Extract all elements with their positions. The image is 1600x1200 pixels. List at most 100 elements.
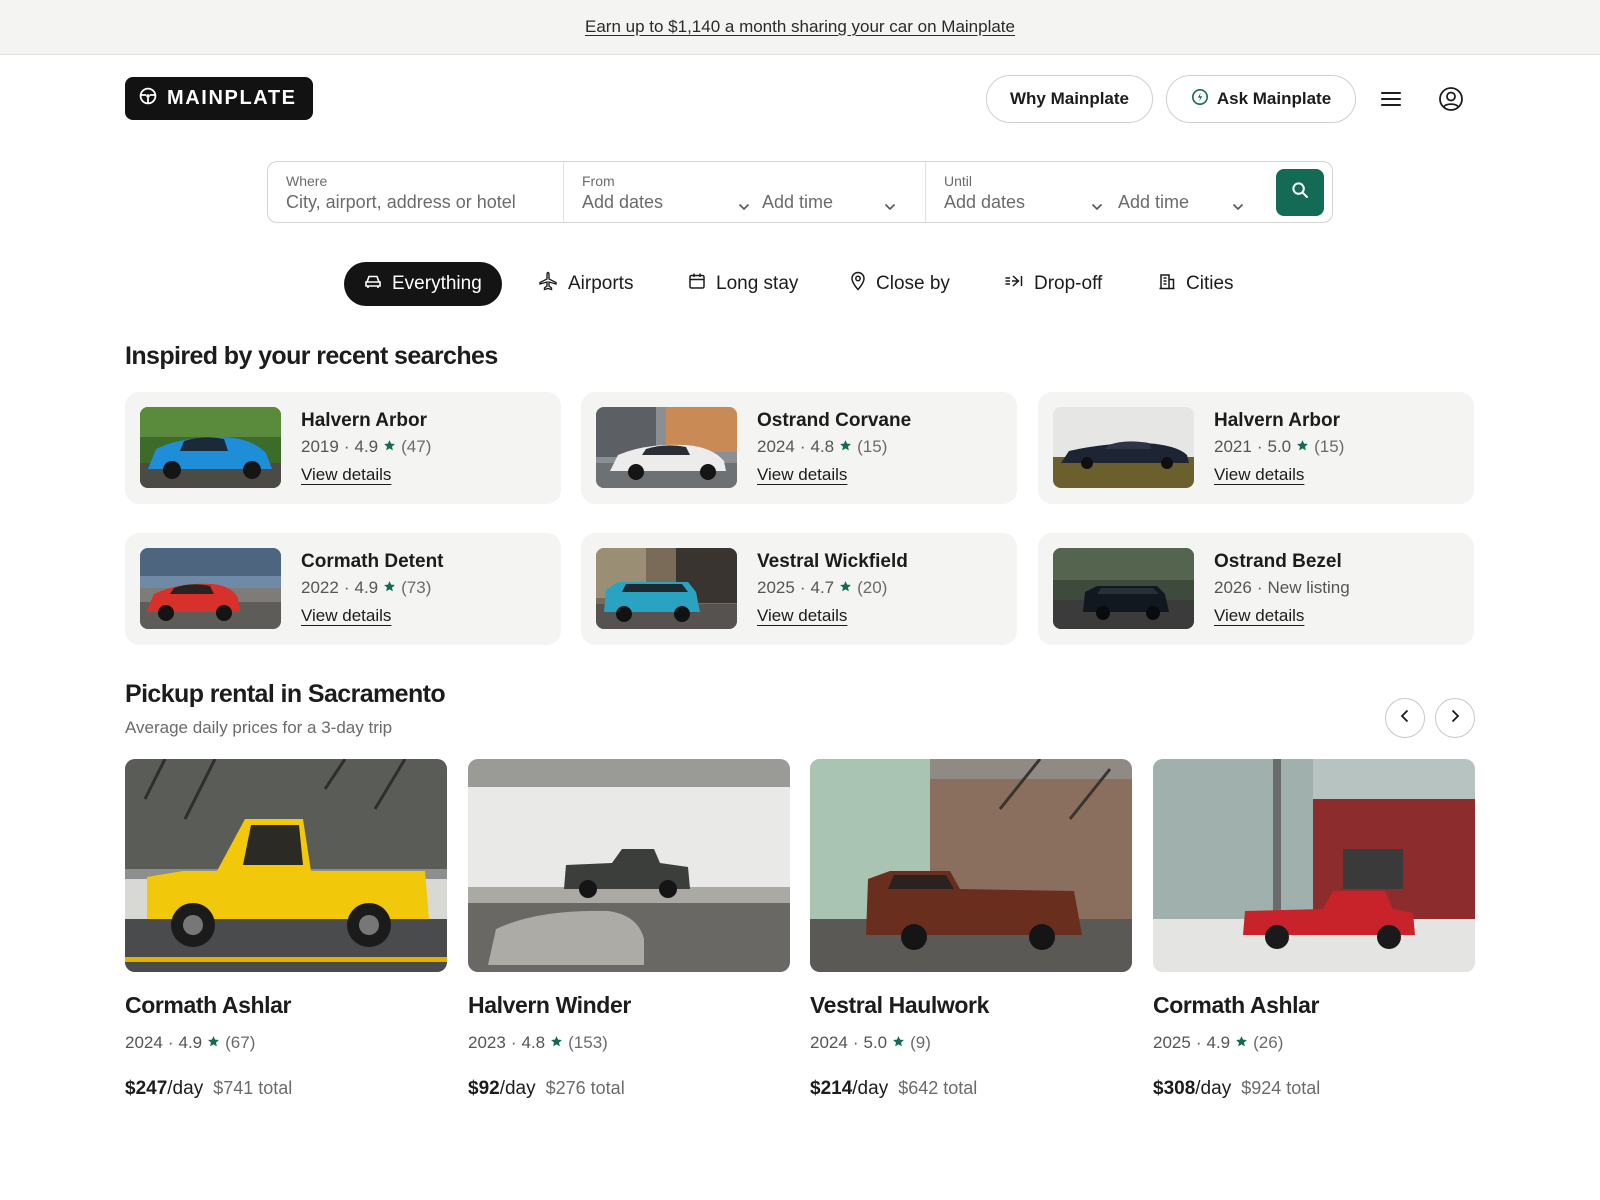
category-drop-off[interactable]: Drop-off xyxy=(1004,262,1102,306)
car-meta: 2024 · 4.8 (15) xyxy=(757,437,887,457)
logo-text: MAINPLATE xyxy=(167,87,297,109)
where-field[interactable]: Where City, airport, address or hotel xyxy=(268,162,564,222)
total-price: $741 total xyxy=(213,1078,293,1098)
category-everything[interactable]: Everything xyxy=(344,262,502,306)
promo-link[interactable]: Earn up to $1,140 a month sharing your c… xyxy=(585,17,1015,37)
price-unit: /day xyxy=(852,1078,889,1099)
hamburger-icon[interactable] xyxy=(1378,87,1404,111)
recent-card[interactable]: Vestral Wickfield 2025 · 4.7 (20) View de… xyxy=(581,533,1017,645)
car-photo[interactable] xyxy=(810,759,1132,972)
car-name: Vestral Wickfield xyxy=(757,551,908,572)
airplane-icon xyxy=(538,271,558,297)
search-button[interactable] xyxy=(1276,169,1324,216)
star-icon xyxy=(550,1033,563,1053)
until-date-select[interactable]: Add dates xyxy=(944,192,1025,213)
car-meta: 2024 · 5.0 (9) xyxy=(810,1033,931,1053)
car-photo[interactable] xyxy=(1153,759,1475,972)
car-rating: 5.0 xyxy=(1267,437,1292,456)
view-details-link[interactable]: View details xyxy=(1214,606,1304,626)
car-name[interactable]: Cormath Ashlar xyxy=(125,992,291,1019)
category-long-stay[interactable]: Long stay xyxy=(688,262,798,306)
car-meta: 2023 · 4.8 (153) xyxy=(468,1033,608,1053)
car-thumbnail xyxy=(596,548,737,629)
car-photo[interactable] xyxy=(468,759,790,972)
car-thumbnail xyxy=(596,407,737,488)
where-input[interactable]: City, airport, address or hotel xyxy=(286,192,516,213)
carousel-next-button[interactable] xyxy=(1435,698,1475,738)
account-icon[interactable] xyxy=(1437,85,1465,113)
car-rating: 5.0 xyxy=(863,1033,888,1052)
view-details-link[interactable]: View details xyxy=(301,606,391,626)
car-price: $247/day $741 total xyxy=(125,1078,292,1100)
separator-dot: · xyxy=(343,578,350,597)
why-mainplate-label: Why Mainplate xyxy=(1009,89,1129,108)
carousel-prev-button[interactable] xyxy=(1385,698,1425,738)
car-name[interactable]: Vestral Haulwork xyxy=(810,992,989,1019)
car-year: 2025 xyxy=(757,578,795,597)
car-name[interactable]: Halvern Winder xyxy=(468,992,631,1019)
car-rating: 4.8 xyxy=(810,437,835,456)
daily-price: $92 xyxy=(468,1078,500,1099)
car-photo[interactable] xyxy=(125,759,447,972)
star-icon xyxy=(892,1033,905,1053)
view-details-link[interactable]: View details xyxy=(301,465,391,485)
car-rating: 4.9 xyxy=(178,1033,203,1052)
car-thumbnail xyxy=(140,407,281,488)
car-meta: 2021 · 5.0 (15) xyxy=(1214,437,1344,457)
car-name: Halvern Arbor xyxy=(1214,410,1340,431)
car-year: 2023 xyxy=(468,1033,506,1052)
star-icon xyxy=(207,1033,220,1053)
category-label: Close by xyxy=(876,273,950,294)
car-meta: 2022 · 4.9 (73) xyxy=(301,578,431,598)
recent-card[interactable]: Ostrand Bezel 2026 · New listing View det… xyxy=(1038,533,1474,645)
car-reviews: (47) xyxy=(401,437,432,456)
recent-card[interactable]: Cormath Detent 2022 · 4.9 (73) View detai… xyxy=(125,533,561,645)
total-price: $924 total xyxy=(1241,1078,1321,1098)
view-details-link[interactable]: View details xyxy=(757,606,847,626)
car-name[interactable]: Cormath Ashlar xyxy=(1153,992,1319,1019)
separator-dot: · xyxy=(167,1033,174,1052)
building-icon xyxy=(1158,272,1176,296)
star-icon xyxy=(839,437,852,457)
car-year: 2025 xyxy=(1153,1033,1191,1052)
chevron-down-icon[interactable] xyxy=(1232,198,1244,216)
promo-banner: Earn up to $1,140 a month sharing your c… xyxy=(0,0,1600,55)
from-date-select[interactable]: Add dates xyxy=(582,192,663,213)
from-time-select[interactable]: Add time xyxy=(762,192,833,213)
car-rating: 4.7 xyxy=(810,578,835,597)
car-thumbnail xyxy=(1053,407,1194,488)
chevron-down-icon[interactable] xyxy=(1091,198,1103,216)
category-label: Drop-off xyxy=(1034,273,1103,294)
chevron-down-icon[interactable] xyxy=(884,198,896,216)
chevron-left-icon xyxy=(1400,709,1410,728)
until-time-select[interactable]: Add time xyxy=(1118,192,1189,213)
price-unit: /day xyxy=(1195,1078,1232,1099)
category-close-by[interactable]: Close by xyxy=(850,262,950,306)
ask-mainplate-label: Ask Mainplate xyxy=(1216,89,1332,108)
star-icon xyxy=(839,578,852,598)
ask-mainplate-button[interactable]: Ask Mainplate xyxy=(1166,75,1356,123)
car-reviews: (73) xyxy=(401,578,432,597)
car-reviews: (20) xyxy=(857,578,888,597)
category-label: Long stay xyxy=(716,273,799,294)
car-thumbnail xyxy=(140,548,281,629)
recent-card[interactable]: Halvern Arbor 2019 · 4.9 (47) View detail… xyxy=(125,392,561,504)
car-name: Ostrand Corvane xyxy=(757,410,912,431)
until-field: Until Add dates Add time xyxy=(926,162,1276,222)
recent-card[interactable]: Ostrand Corvane 2024 · 4.8 (15) View deta… xyxy=(581,392,1017,504)
view-details-link[interactable]: View details xyxy=(1214,465,1304,485)
until-label: Until xyxy=(944,173,973,189)
total-price: $642 total xyxy=(898,1078,978,1098)
why-mainplate-button[interactable]: Why Mainplate xyxy=(986,75,1153,123)
view-details-link[interactable]: View details xyxy=(757,465,847,485)
recent-searches-heading: Inspired by your recent searches xyxy=(125,342,498,370)
category-cities[interactable]: Cities xyxy=(1158,262,1234,306)
car-year: 2024 xyxy=(810,1033,848,1052)
recent-card[interactable]: Halvern Arbor 2021 · 5.0 (15) View detail… xyxy=(1038,392,1474,504)
chevron-down-icon[interactable] xyxy=(738,198,750,216)
separator-dot: · xyxy=(1195,1033,1202,1052)
logo[interactable]: MAINPLATE xyxy=(125,77,313,120)
pickup-subtitle: Average daily prices for a 3-day trip xyxy=(125,718,393,737)
category-airports[interactable]: Airports xyxy=(538,262,633,306)
star-icon xyxy=(1296,437,1309,457)
